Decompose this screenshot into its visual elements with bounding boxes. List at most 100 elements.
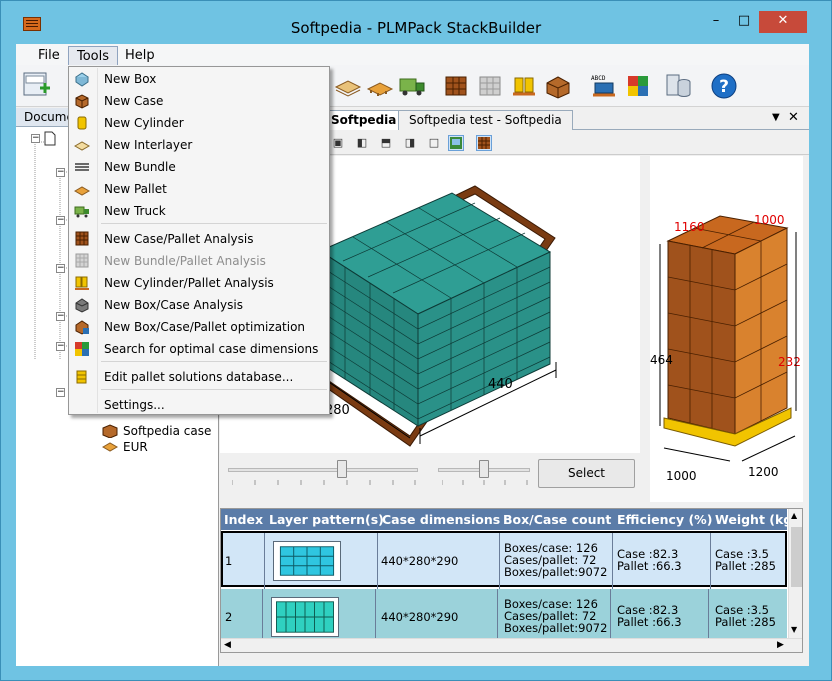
menu-item-label: New Box/Case/Pallet optimization bbox=[104, 320, 306, 334]
scroll-down-icon[interactable]: ▼ bbox=[791, 625, 797, 634]
menu-item-new-case[interactable]: New Case bbox=[69, 90, 329, 112]
case-pallet-toolbar-icon[interactable] bbox=[442, 73, 470, 99]
box-case-toolbar-icon[interactable] bbox=[544, 73, 572, 99]
column-case-dimensions[interactable]: Case dimensions bbox=[382, 512, 500, 527]
menu-item-label: New Bundle/Pallet Analysis bbox=[104, 254, 266, 268]
colored-cases-icon[interactable] bbox=[624, 73, 652, 99]
tab-softpedia[interactable]: Softpedia bbox=[320, 110, 408, 130]
cell-layer-pattern bbox=[263, 589, 376, 645]
tree-item-case[interactable]: Softpedia case bbox=[123, 424, 211, 438]
title-bar[interactable]: Softpedia - PLMPack StackBuilder – □ ✕ bbox=[1, 1, 831, 39]
tree-expander[interactable]: − bbox=[56, 216, 65, 225]
help-icon[interactable]: ? bbox=[710, 73, 738, 99]
layer-controls: Select bbox=[220, 454, 640, 502]
box-case-analysis-icon bbox=[75, 298, 89, 313]
abcd-optimization-icon[interactable]: ABCD bbox=[590, 73, 618, 99]
vertical-scrollbar[interactable]: ▲ ▼ bbox=[788, 509, 802, 638]
view-back-icon[interactable]: □ bbox=[426, 135, 442, 151]
menu-help[interactable]: Help bbox=[117, 46, 163, 65]
column-efficiency[interactable]: Efficiency (%) bbox=[617, 512, 712, 527]
tree-expander[interactable]: − bbox=[56, 342, 65, 351]
scroll-thumb[interactable] bbox=[791, 527, 802, 587]
tree-expander[interactable]: − bbox=[56, 388, 65, 397]
menu-bar: File Tools Help bbox=[16, 44, 809, 65]
tab-softpedia-test[interactable]: Softpedia test - Softpedia bbox=[398, 110, 573, 130]
menu-item-label: New Cylinder bbox=[104, 116, 184, 130]
slider-2-thumb[interactable] bbox=[479, 460, 489, 478]
column-index[interactable]: Index bbox=[224, 512, 263, 527]
optimization-icon bbox=[75, 320, 89, 335]
menu-item-new-cylinder[interactable]: New Cylinder bbox=[69, 112, 329, 134]
table-row[interactable]: 1 440*280*290 Boxes/case: 126 Cases/pall… bbox=[221, 531, 787, 589]
svg-text:ABCD: ABCD bbox=[591, 75, 606, 82]
column-box-case-count[interactable]: Box/Case count bbox=[503, 512, 611, 527]
scroll-right-icon[interactable]: ▶ bbox=[777, 640, 784, 650]
horizontal-scrollbar[interactable]: ◀ ▶ bbox=[221, 638, 802, 652]
maximize-button[interactable]: □ bbox=[731, 11, 757, 33]
database-icon[interactable] bbox=[664, 73, 692, 99]
pallet-3d-view[interactable]: 1160 1000 232 464 1000 1200 bbox=[650, 156, 803, 502]
cell-layer-pattern bbox=[265, 533, 378, 589]
tab-close-icon[interactable]: ✕ bbox=[788, 110, 799, 125]
tree-item-pallet[interactable]: EUR bbox=[123, 440, 148, 454]
app-window: Softpedia - PLMPack StackBuilder – □ ✕ F… bbox=[0, 0, 832, 681]
cylinder-pallet-toolbar-icon[interactable] bbox=[510, 73, 538, 99]
view-pallet-icon[interactable] bbox=[476, 135, 492, 151]
minimize-button[interactable]: – bbox=[703, 11, 729, 33]
menu-item-new-bundle-pallet-analysis: New Bundle/Pallet Analysis bbox=[69, 250, 329, 272]
pallet-toolbar-icon[interactable] bbox=[366, 73, 394, 99]
tree-expander[interactable]: − bbox=[56, 264, 65, 273]
scroll-left-icon[interactable]: ◀ bbox=[224, 640, 231, 650]
menu-item-settings[interactable]: Settings... bbox=[69, 394, 329, 416]
table-row[interactable]: 2 440*280*290 Boxes/case: 126 Cases/pall… bbox=[221, 589, 787, 645]
column-layer-pattern[interactable]: Layer pattern(s) bbox=[269, 512, 384, 527]
menu-item-label: Search for optimal case dimensions bbox=[104, 342, 319, 356]
menu-item-new-cylinder-pallet-analysis[interactable]: New Cylinder/Pallet Analysis bbox=[69, 272, 329, 294]
cell-case-dimensions: 440*280*290 bbox=[378, 533, 500, 589]
menu-item-edit-pallet-solutions-database[interactable]: Edit pallet solutions database... bbox=[69, 366, 329, 388]
column-weight[interactable]: Weight (kg) bbox=[715, 512, 798, 527]
menu-file[interactable]: File bbox=[30, 46, 68, 65]
menu-item-label: New Cylinder/Pallet Analysis bbox=[104, 276, 274, 290]
select-button[interactable]: Select bbox=[538, 459, 635, 488]
slider-1-track bbox=[228, 468, 418, 472]
scroll-up-icon[interactable]: ▲ bbox=[791, 511, 797, 520]
menu-item-search-for-optimal-case-dimensions[interactable]: Search for optimal case dimensions bbox=[69, 338, 329, 360]
tree-expander[interactable]: − bbox=[31, 134, 40, 143]
slider-2-ticks bbox=[442, 480, 528, 485]
menu-item-new-case-pallet-analysis[interactable]: New Case/Pallet Analysis bbox=[69, 228, 329, 250]
menu-item-new-truck[interactable]: New Truck bbox=[69, 200, 329, 222]
menu-item-label: New Bundle bbox=[104, 160, 176, 174]
menu-item-new-box[interactable]: New Box bbox=[69, 68, 329, 90]
slider-1-thumb[interactable] bbox=[337, 460, 347, 478]
solutions-grid: Index Layer pattern(s) Case dimensions B… bbox=[220, 508, 803, 653]
view-front-icon[interactable]: ▣ bbox=[330, 135, 346, 151]
interlayer-toolbar-icon[interactable] bbox=[334, 73, 362, 99]
tree-expander[interactable]: − bbox=[56, 312, 65, 321]
new-document-icon[interactable] bbox=[22, 70, 52, 100]
tree-expander[interactable]: − bbox=[56, 168, 65, 177]
menu-item-label: New Case bbox=[104, 94, 164, 108]
menu-tools[interactable]: Tools bbox=[68, 46, 119, 65]
pallet-stack-drawing: 1160 1000 232 464 1000 1200 bbox=[650, 213, 801, 483]
menu-item-new-pallet[interactable]: New Pallet bbox=[69, 178, 329, 200]
pallet-dim-top-left: 1160 bbox=[674, 220, 705, 234]
view-left-icon[interactable]: ◧ bbox=[354, 135, 370, 151]
view-iso-icon[interactable] bbox=[448, 135, 464, 151]
bundle-pallet-analysis-icon bbox=[75, 253, 89, 268]
view-top-icon[interactable]: ⬒ bbox=[378, 135, 394, 151]
menu-item-new-bundle[interactable]: New Bundle bbox=[69, 156, 329, 178]
layer-pattern-thumbnail bbox=[273, 541, 341, 581]
slider-1-ticks bbox=[232, 480, 416, 485]
truck-toolbar-icon[interactable] bbox=[398, 73, 426, 99]
menu-item-label: New Truck bbox=[104, 204, 166, 218]
view-right-icon[interactable]: ◨ bbox=[402, 135, 418, 151]
menu-item-new-box-case-analysis[interactable]: New Box/Case Analysis bbox=[69, 294, 329, 316]
bundle-pallet-toolbar-icon[interactable] bbox=[476, 73, 504, 99]
menu-item-new-box-case-pallet-optimization[interactable]: New Box/Case/Pallet optimization bbox=[69, 316, 329, 338]
close-button[interactable]: ✕ bbox=[759, 11, 807, 33]
grid-header: Index Layer pattern(s) Case dimensions B… bbox=[221, 509, 798, 530]
menu-item-new-interlayer[interactable]: New Interlayer bbox=[69, 134, 329, 156]
pallet-dim-bottom-left: 1000 bbox=[666, 469, 697, 483]
tab-list-icon[interactable]: ▼ bbox=[772, 112, 780, 123]
